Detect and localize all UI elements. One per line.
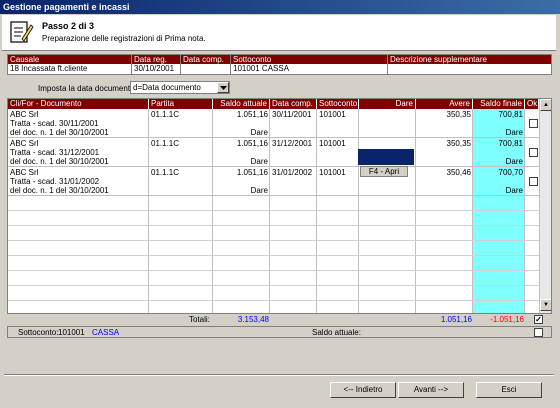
row-avere[interactable]: 350,35 [416,138,473,166]
row-avere[interactable]: 350,35 [416,109,473,137]
row-cliente: ABC Srl [10,110,39,119]
next-button[interactable]: Avanti --> [398,382,464,398]
row-saldo-finale-segno: Dare [505,128,523,137]
data-reg-header: Data reg. [132,55,181,64]
row-saldo: 1.051,16 [236,110,268,119]
exit-button[interactable]: Esci [476,382,542,398]
totals-saldo-finale: -1.051,16 [490,315,524,324]
row-ok-checkbox[interactable] [529,119,538,128]
row-sottoconto[interactable]: 101001 [317,138,359,166]
row-scadenza: Tratta - scad. 30/11/2001 [10,119,99,128]
row-saldo: 1.051,16 [236,139,268,148]
back-button[interactable]: <-- Indietro [330,382,396,398]
sottoconto-code: 101001 [58,328,85,337]
sottoconto-row: Sottoconto: 101001 CASSA Saldo attuale: [7,326,552,338]
col-header-ok: Ok [527,99,539,109]
scroll-down-icon[interactable]: ▼ [540,299,551,311]
step-description: Preparazione delle registrazioni di Prim… [42,34,206,43]
row-sottoconto[interactable]: 101001 [317,109,359,137]
row-avere[interactable]: 350,46 [416,167,473,195]
step-title: Passo 2 di 3 [42,21,95,31]
sottoconto-checkbox[interactable] [534,328,543,337]
row-saldo-finale: 700,81 [498,139,523,148]
open-popup-hint[interactable]: F4 - Apri [360,166,408,177]
sottoconto-header: Sottoconto [231,55,388,64]
row-saldo: 1.051,16 [236,168,268,177]
date-import-label: Imposta la data documento: [38,84,137,93]
row-saldo-segno: Dare [250,157,268,166]
row-ok-checkbox[interactable] [529,177,538,186]
row-data-comp[interactable]: 31/12/2001 [270,138,317,166]
row-ok-checkbox[interactable] [529,148,538,157]
totals-row: Totali: 3.153,48 1.051,16 -1.051,16 [7,314,552,326]
totals-label: Totali: [189,315,210,324]
row-sottoconto[interactable]: 101001 [317,167,359,195]
scroll-up-icon[interactable]: ▲ [540,99,551,111]
select-all-checkbox[interactable] [534,315,543,324]
descrizione-header: Descrizione supplementare [390,55,487,64]
row-cliente: ABC Srl [10,168,39,177]
col-header-data-comp: Data comp. [270,99,317,109]
col-header-saldo-finale: Saldo finale [473,99,525,109]
row-scadenza: Tratta - scad. 31/12/2001 [10,148,100,157]
row-data-comp[interactable]: 30/11/2001 [270,109,317,137]
row-saldo-finale: 700,81 [498,110,523,119]
row-saldo-finale-segno: Dare [505,157,523,166]
grid-body: ABC Srl Tratta - scad. 30/11/2001 del do… [8,109,539,313]
date-import-select[interactable]: d=Data documento [130,81,230,94]
row-partita: 01.1.1C [151,110,180,119]
dare-selected-cell[interactable] [358,149,414,165]
table-row[interactable]: ABC Srl Tratta - scad. 31/12/2001 del do… [8,138,539,167]
col-header-avere: Avere [416,99,473,109]
date-import-value: d=Data documento [133,83,201,92]
sottoconto-name: CASSA [92,328,120,337]
grid-header: Cli/For - Documento Partita Saldo attual… [8,99,539,109]
col-header-partita: Partita [149,99,213,109]
row-documento: del doc. n. 1 del 30/10/2001 [10,157,109,166]
row-saldo-finale-segno: Dare [505,186,523,195]
row-documento: del doc. n. 1 del 30/10/2001 [10,128,109,137]
descrizione-cell[interactable] [388,64,551,74]
row-saldo-finale: 700,70 [498,168,523,177]
row-saldo-segno: Dare [250,128,268,137]
data-reg-cell[interactable]: 30/10/2001 [132,64,181,74]
row-documento: del doc. n. 1 del 30/10/2001 [10,186,109,195]
window-title: Gestione pagamenti e incassi [0,0,560,14]
data-comp-cell[interactable] [181,64,231,74]
causale-grid: Causale Data reg. Data comp. Sottoconto … [7,54,552,75]
causale-header: Causale [8,55,132,64]
row-partita: 01.1.1C [151,168,180,177]
causale-cell[interactable]: 18 Incassata ft.cliente [8,64,132,74]
table-row[interactable]: ABC Srl Tratta - scad. 31/01/2002 del do… [8,167,539,196]
col-header-sottoconto: Sottoconto [319,99,359,109]
notepad-pencil-icon [10,21,34,43]
row-saldo-segno: Dare [250,186,268,195]
saldo-attuale-label: Saldo attuale: [312,328,361,337]
sottoconto-label: Sottoconto: [18,328,59,337]
totals-saldo: 3.153,48 [237,315,269,324]
wizard-header: Passo 2 di 3 Preparazione delle registra… [2,15,556,51]
data-comp-header: Data comp. [181,55,231,64]
col-header-saldo: Saldo attuale [213,99,270,109]
table-row[interactable]: ABC Srl Tratta - scad. 30/11/2001 del do… [8,109,539,138]
row-cliente: ABC Srl [10,139,39,148]
row-data-comp[interactable]: 31/01/2002 [270,167,317,195]
row-scadenza: Tratta - scad. 31/01/2002 [10,177,100,186]
totals-avere: 1.051,16 [440,315,472,324]
vertical-scrollbar[interactable]: ▲ ▼ [539,99,551,313]
col-header-dare: Dare [359,99,416,109]
chevron-down-icon[interactable] [217,82,229,93]
col-header-cliente: Cli/For - Documento [8,99,149,109]
row-dare[interactable] [359,109,416,137]
sottoconto-cell[interactable]: 101001 CASSA [231,64,388,74]
row-partita: 01.1.1C [151,139,180,148]
divider [4,374,554,376]
payments-grid: Cli/For - Documento Partita Saldo attual… [7,98,552,314]
